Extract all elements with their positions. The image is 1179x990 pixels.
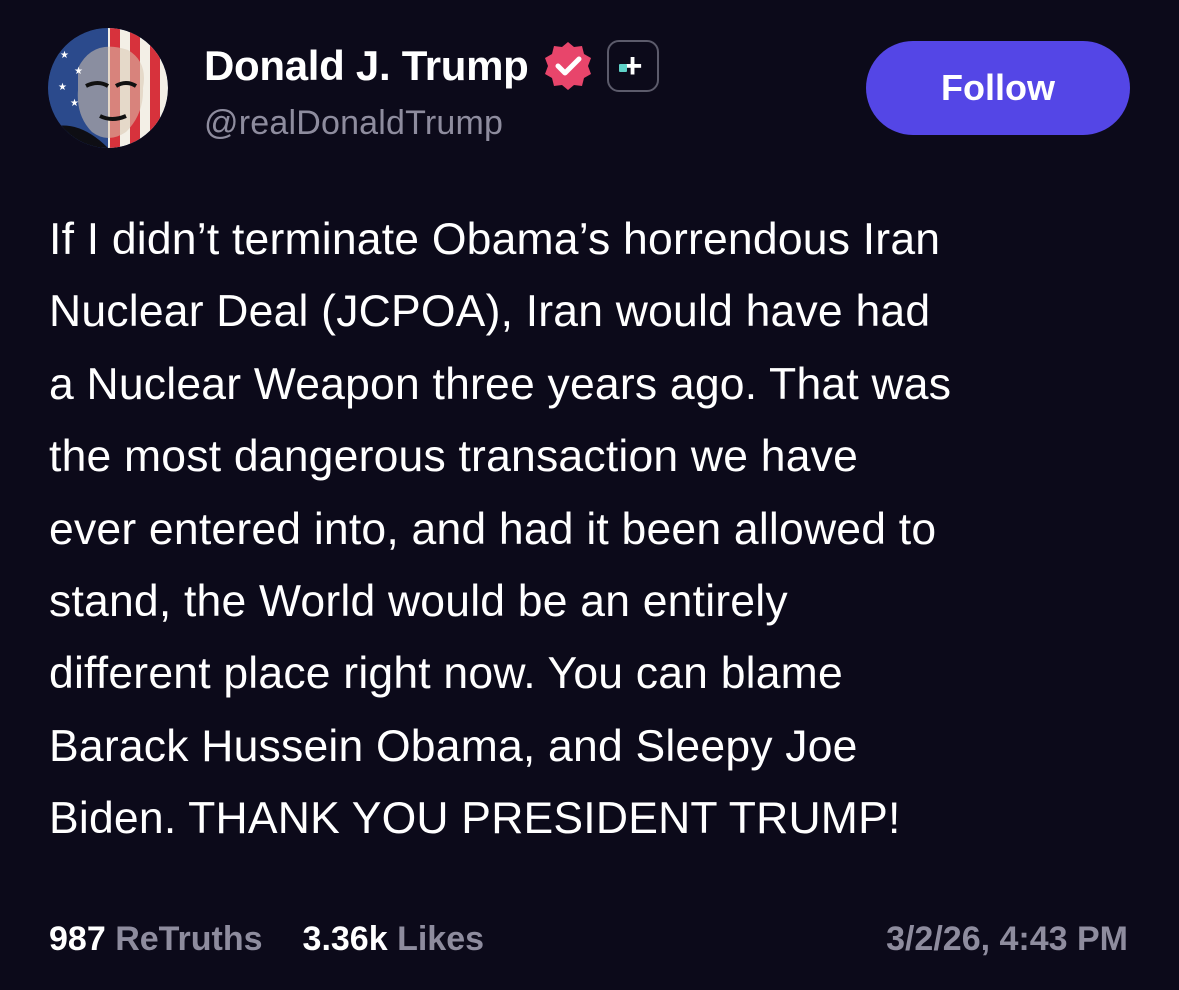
post-text-line: stand, the World would be an entirely (49, 577, 788, 627)
verified-badge-icon (541, 39, 595, 93)
likes-stat[interactable]: 3.36k Likes (303, 920, 485, 959)
author-display-name[interactable]: Donald J. Trump (204, 42, 529, 90)
retruths-count: 987 (49, 920, 106, 958)
svg-text:★: ★ (74, 66, 83, 77)
svg-text:★: ★ (70, 98, 79, 109)
post-text-line: a Nuclear Weapon three years ago. That w… (49, 359, 952, 409)
post-text-line: If I didn’t terminate Obama’s horrendous… (49, 215, 941, 264)
post-card: ★ ★ ★ ★ Donald J. Trump + @realDonaldTru… (0, 0, 1179, 990)
post-text-line: the most dangerous transaction we have (49, 432, 859, 482)
post-text-line: different place right now. You can blame (49, 649, 843, 699)
plus-badge-icon: + (606, 40, 659, 92)
retruths-label: ReTruths (115, 920, 263, 958)
likes-label: Likes (397, 920, 485, 958)
post-timestamp[interactable]: 3/2/26, 4:43 PM (886, 920, 1128, 959)
author-handle[interactable]: @realDonaldTrump (204, 104, 503, 143)
post-stats: 987 ReTruths 3.36k Likes (49, 920, 484, 959)
author-name-row: Donald J. Trump + (204, 38, 659, 94)
svg-text:★: ★ (60, 50, 69, 61)
post-text-line: Barack Hussein Obama, and Sleepy Joe (49, 721, 858, 771)
likes-count: 3.36k (302, 920, 388, 958)
follow-button[interactable]: Follow (866, 41, 1130, 135)
post-body: If I didn’t terminate Obama’s horrendous… (49, 204, 1149, 856)
avatar-image: ★ ★ ★ ★ (48, 28, 168, 148)
post-text-line: ever entered into, and had it been allow… (49, 504, 937, 554)
retruths-stat[interactable]: 987 ReTruths (49, 920, 263, 959)
post-text-line: Nuclear Deal (JCPOA), Iran would have ha… (49, 287, 931, 337)
post-text-line: Biden. THANK YOU PRESIDENT TRUMP! (49, 794, 901, 844)
plus-badge-dot (618, 64, 627, 72)
svg-text:★: ★ (58, 82, 67, 93)
avatar[interactable]: ★ ★ ★ ★ (48, 28, 168, 148)
